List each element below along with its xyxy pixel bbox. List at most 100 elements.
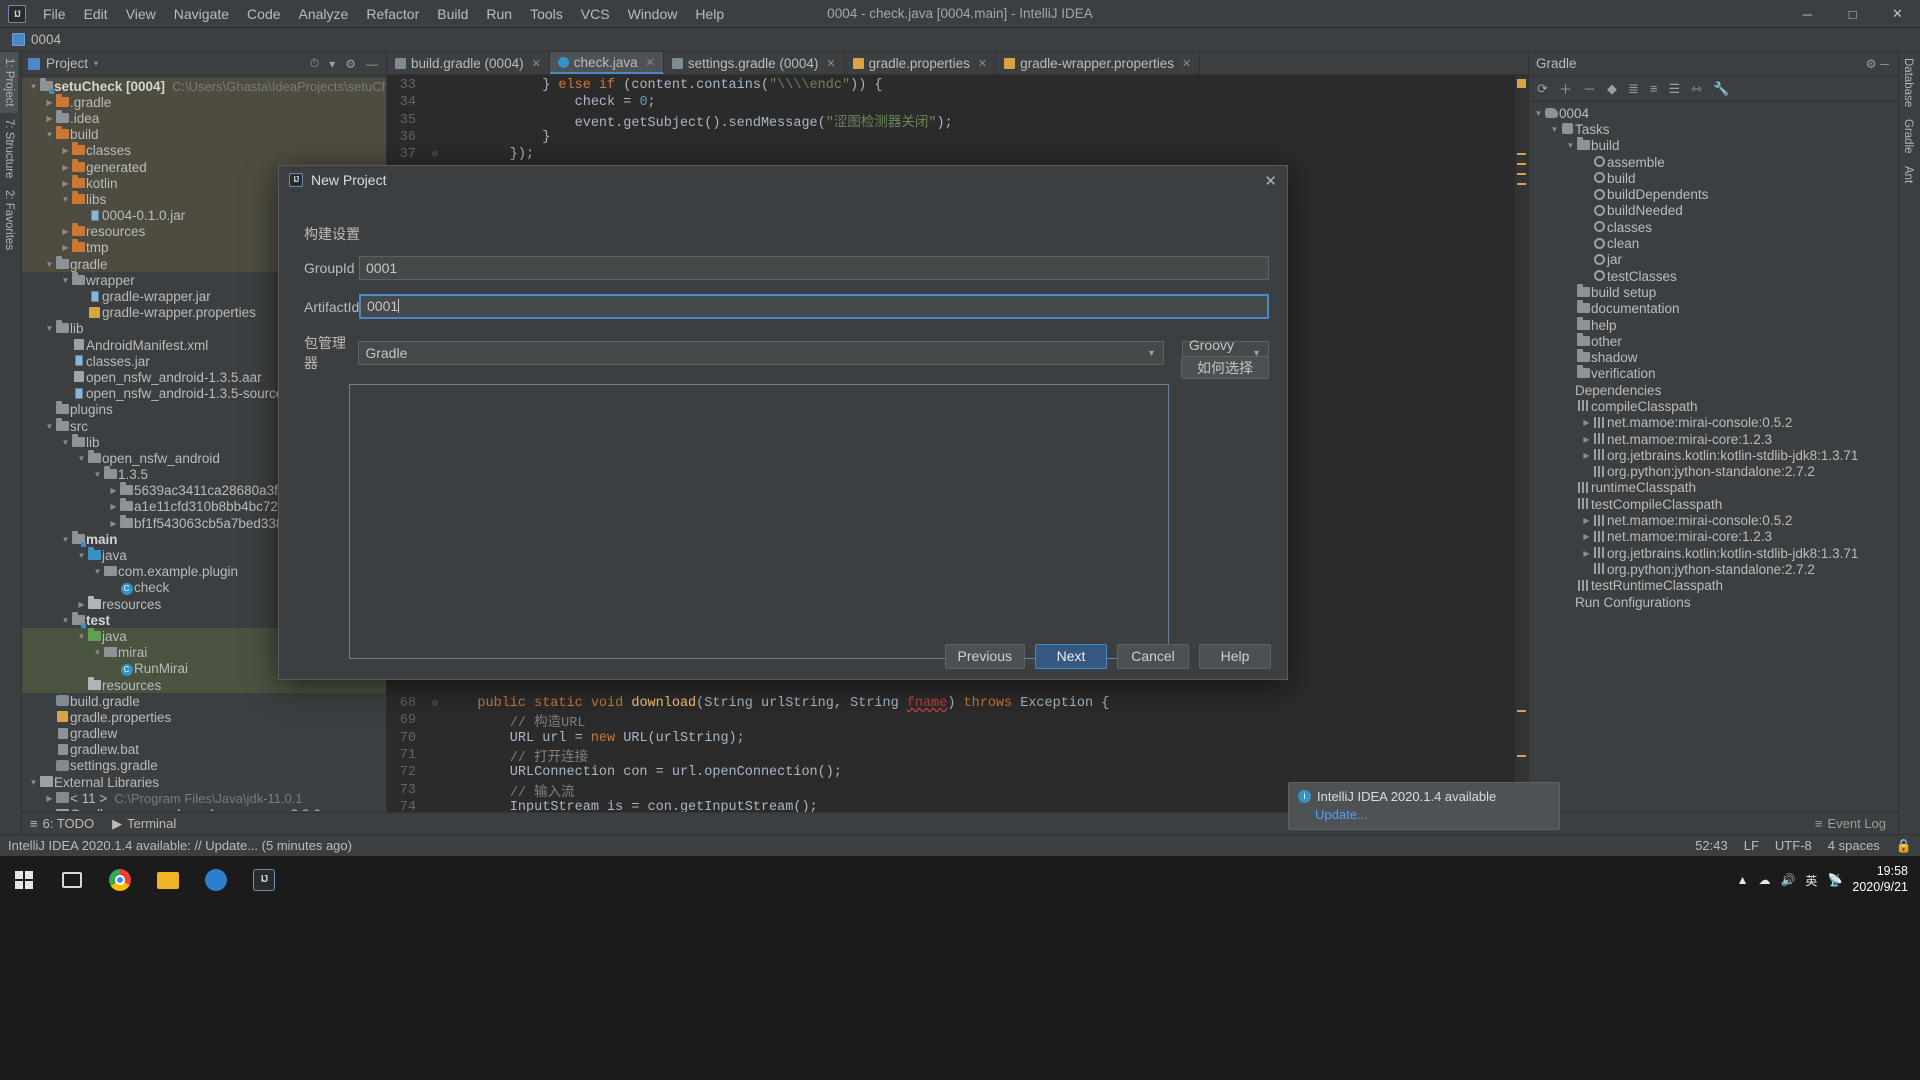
chevron-down-icon[interactable]: ▼ — [60, 616, 71, 625]
chevron-down-icon[interactable]: ▼ — [60, 438, 71, 447]
menu-item-vcs[interactable]: VCS — [572, 2, 619, 26]
network-icon[interactable]: 📡 — [1827, 873, 1842, 887]
tree-node[interactable]: jar — [1529, 252, 1898, 268]
chevron-right-icon[interactable]: ▶ — [44, 810, 55, 811]
event-log-button[interactable]: ≡ Event Log — [1815, 816, 1886, 831]
menu-item-code[interactable]: Code — [238, 2, 289, 26]
menu-item-analyze[interactable]: Analyze — [290, 2, 358, 26]
editor-tab[interactable]: check.java✕ — [550, 52, 664, 74]
caret-position[interactable]: 52:43 — [1695, 838, 1728, 853]
maximize-button[interactable]: □ — [1830, 0, 1875, 28]
chevron-down-icon[interactable]: ▼ — [28, 82, 39, 91]
chevron-down-icon[interactable]: ▼ — [1549, 125, 1560, 134]
onedrive-icon[interactable]: ☁ — [1758, 873, 1770, 887]
how-to-choose-button[interactable]: 如何选择 — [1181, 356, 1269, 379]
tree-node[interactable]: assemble — [1529, 154, 1898, 170]
encoding[interactable]: UTF-8 — [1775, 838, 1812, 853]
gear-icon[interactable]: ⚙ — [343, 57, 358, 71]
tree-node[interactable]: org.python:jython-standalone:2.7.2 — [1529, 561, 1898, 577]
tree-node[interactable]: ▶< 11 >C:\Program Files\Java\jdk-11.0.1 — [22, 790, 386, 806]
tree-node[interactable]: ▶net.mamoe:mirai-core:1.2.3 — [1529, 431, 1898, 447]
line-separator[interactable]: LF — [1744, 838, 1759, 853]
chevron-right-icon[interactable]: ▶ — [1581, 418, 1592, 427]
package-manager-select[interactable]: Gradle ▼ — [358, 341, 1164, 365]
chevron-right-icon[interactable]: ▶ — [108, 519, 119, 528]
tree-node[interactable]: verification — [1529, 366, 1898, 382]
tree-node[interactable]: ▼0004 — [1529, 105, 1898, 121]
editor-tab[interactable]: gradle.properties✕ — [845, 52, 997, 74]
previous-button[interactable]: Previous — [945, 644, 1025, 669]
tree-node[interactable]: ▶.gradle — [22, 94, 386, 110]
collapse-icon[interactable]: — — [364, 57, 380, 71]
chevron-down-icon[interactable]: ▾ — [94, 59, 98, 68]
link-icon[interactable]: ⇿ — [1691, 81, 1702, 97]
volume-icon[interactable]: 🔊 — [1780, 873, 1795, 887]
close-icon[interactable]: ✕ — [826, 57, 835, 70]
tree-node[interactable]: gradle.properties — [22, 709, 386, 725]
tree-node[interactable]: shadow — [1529, 349, 1898, 365]
tree-node[interactable]: testRuntimeClasspath — [1529, 578, 1898, 594]
tree-node[interactable]: gradlew.bat — [22, 742, 386, 758]
chevron-right-icon[interactable]: ▶ — [60, 163, 71, 172]
breadcrumb-project[interactable]: 0004 — [31, 32, 61, 47]
editor-tab[interactable]: settings.gradle (0004)✕ — [664, 52, 845, 74]
rail-tab-project[interactable]: 1: Project — [0, 52, 18, 113]
chevron-right-icon[interactable]: ▶ — [60, 243, 71, 252]
start-button[interactable] — [0, 856, 48, 904]
chevron-right-icon[interactable]: ▶ — [44, 98, 55, 107]
chevron-right-icon[interactable]: ▶ — [1581, 451, 1592, 460]
tree-node[interactable]: help — [1529, 317, 1898, 333]
tree-node[interactable]: ▼Tasks — [1529, 121, 1898, 137]
close-icon[interactable]: ✕ — [646, 56, 655, 69]
menu-item-window[interactable]: Window — [619, 2, 687, 26]
tree-node[interactable]: ▶org.jetbrains.kotlin:kotlin-stdlib-jdk8… — [1529, 545, 1898, 561]
menu-item-build[interactable]: Build — [428, 2, 477, 26]
rail-tab-structure[interactable]: 7: Structure — [0, 113, 18, 184]
chevron-down-icon[interactable]: ▼ — [44, 422, 55, 431]
rail-tab-favorites[interactable]: 2: Favorites — [0, 184, 18, 256]
tree-node[interactable]: ▶net.mamoe:mirai-console:0.5.2 — [1529, 415, 1898, 431]
chevron-right-icon[interactable]: ▶ — [60, 179, 71, 188]
tree-node[interactable]: Run Configurations — [1529, 594, 1898, 610]
chevron-right-icon[interactable]: ▶ — [76, 600, 87, 609]
tree-node[interactable]: runtimeClasspath — [1529, 480, 1898, 496]
menu-item-edit[interactable]: Edit — [75, 2, 117, 26]
explorer-icon[interactable] — [144, 856, 192, 904]
rail-tab-ant[interactable]: Ant — [1899, 160, 1917, 189]
minus-icon[interactable]: － — [1583, 79, 1596, 98]
filter-icon[interactable]: ▾ — [327, 57, 337, 71]
rail-tab-gradle[interactable]: Gradle — [1899, 113, 1917, 160]
tree-node[interactable]: compileClasspath — [1529, 398, 1898, 414]
indent-setting[interactable]: 4 spaces — [1828, 838, 1880, 853]
tree-node[interactable]: ▶net.mamoe:mirai-core:1.2.3 — [1529, 529, 1898, 545]
tasks-icon[interactable]: ≣ — [1628, 81, 1639, 97]
todo-tool-button[interactable]: ≡ 6: TODO — [30, 816, 94, 831]
chrome-icon[interactable] — [96, 856, 144, 904]
chevron-right-icon[interactable]: ▶ — [1581, 435, 1592, 444]
tree-node[interactable]: buildNeeded — [1529, 203, 1898, 219]
chevron-down-icon[interactable]: ▼ — [44, 260, 55, 269]
close-icon[interactable]: ✕ — [978, 57, 987, 70]
menu-item-navigate[interactable]: Navigate — [165, 2, 238, 26]
chevron-down-icon[interactable]: ▼ — [92, 567, 103, 576]
dialog-close-icon[interactable]: ✕ — [1264, 172, 1277, 190]
chevron-down-icon[interactable]: ▼ — [60, 535, 71, 544]
gear-icon[interactable]: ⚙ — [1864, 57, 1879, 71]
chevron-down-icon[interactable]: ▼ — [76, 632, 87, 641]
tree-node[interactable]: build — [1529, 170, 1898, 186]
tree-node[interactable]: buildDependents — [1529, 186, 1898, 202]
tree-node[interactable]: documentation — [1529, 301, 1898, 317]
edge-icon[interactable] — [192, 856, 240, 904]
elephant-icon[interactable]: ◆ — [1607, 81, 1617, 97]
next-button[interactable]: Next — [1035, 644, 1107, 669]
chevron-right-icon[interactable]: ▶ — [1581, 532, 1592, 541]
tree-node[interactable]: testClasses — [1529, 268, 1898, 284]
tree-node[interactable]: build.gradle — [22, 693, 386, 709]
chevron-down-icon[interactable]: ▼ — [92, 470, 103, 479]
group-id-input[interactable]: 0001 — [359, 256, 1269, 280]
balloon-update-link[interactable]: Update... — [1315, 807, 1550, 822]
chevron-right-icon[interactable]: ▶ — [44, 794, 55, 803]
artifact-id-input[interactable]: 0001 — [359, 294, 1269, 319]
cancel-button[interactable]: Cancel — [1117, 644, 1189, 669]
terminal-tool-button[interactable]: ▶ Terminal — [112, 816, 176, 832]
